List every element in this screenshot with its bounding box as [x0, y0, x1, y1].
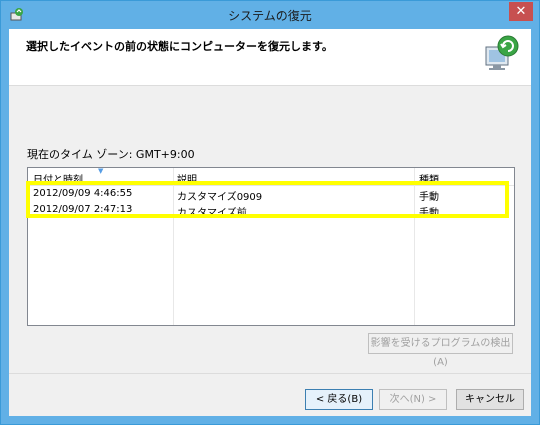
next-button[interactable]: 次へ(N) > [379, 389, 447, 410]
header-instruction: 選択したイベントの前の状態にコンピューターを復元します。 [26, 40, 333, 53]
timezone-label: 現在のタイム ゾーン: GMT+9:00 [27, 148, 195, 161]
window-frame-right [531, 29, 539, 424]
window-frame-left [1, 29, 9, 424]
system-restore-window: システムの復元 ✕ 選択したイベントの前の状態にコンピューターを復元します。 現… [0, 0, 540, 425]
window-frame-bottom [1, 416, 539, 424]
scan-affected-programs-button[interactable]: 影響を受けるプログラムの検出(A) [368, 333, 513, 368]
close-button[interactable]: ✕ [509, 2, 533, 21]
cancel-button[interactable]: キャンセル [456, 389, 524, 410]
window-title: システムの復元 [228, 9, 312, 23]
highlight-box [26, 181, 509, 218]
restore-computer-icon [483, 33, 519, 73]
header-panel: 選択したイベントの前の状態にコンピューターを復元します。 [9, 29, 531, 86]
sort-arrow-icon: ▼ [98, 167, 104, 175]
footer-panel [9, 374, 531, 416]
title-bar[interactable]: システムの復元 ✕ [1, 1, 539, 29]
back-button[interactable]: < 戻る(B) [305, 389, 373, 410]
